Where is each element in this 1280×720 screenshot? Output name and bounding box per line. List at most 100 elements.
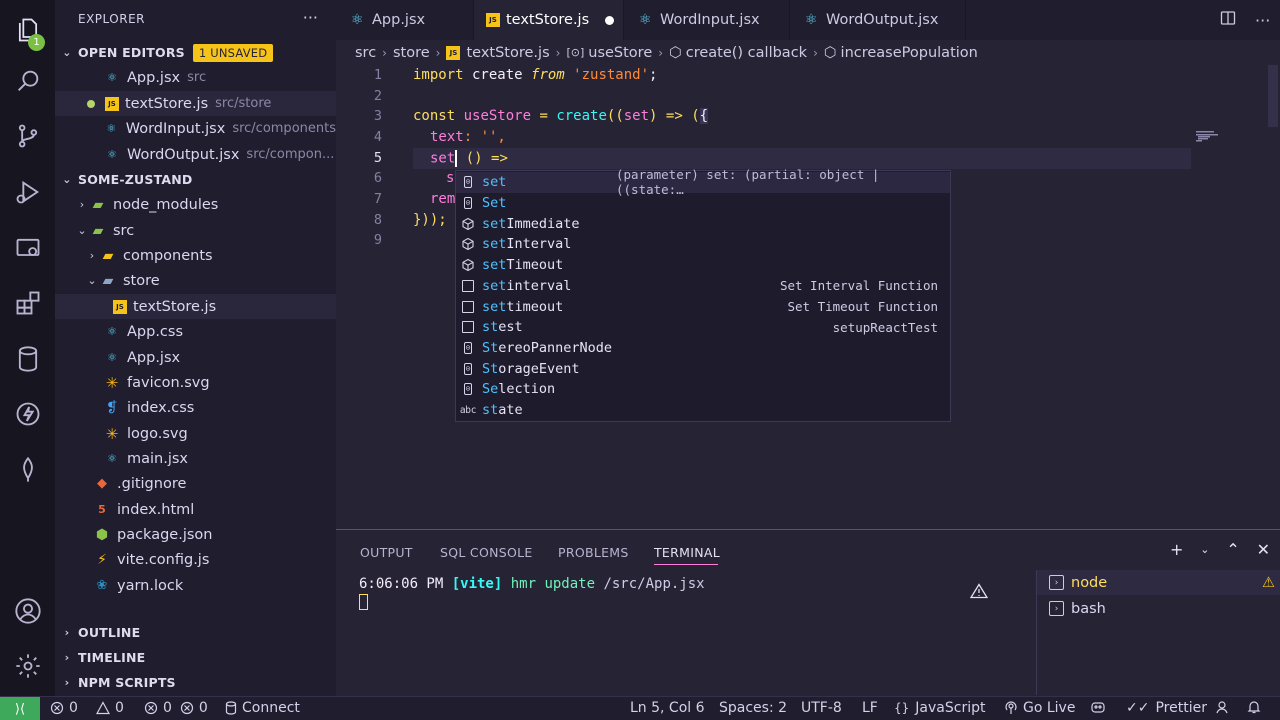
breadcrumb-item[interactable]: store	[393, 45, 430, 61]
js-file-icon: JS	[486, 13, 500, 27]
tree-folder[interactable]: ⌄ ▰ src	[55, 218, 336, 243]
run-debug-icon[interactable]	[0, 168, 55, 216]
variable-icon: ⊙	[463, 383, 473, 396]
add-terminal-icon[interactable]: +	[1170, 540, 1183, 559]
accounts-icon[interactable]	[1215, 700, 1234, 714]
tree-folder[interactable]: ⌄ ▰ store	[55, 268, 336, 293]
code-line-7: rem	[430, 191, 456, 207]
database-icon[interactable]	[0, 335, 55, 383]
open-editor-item[interactable]: ⚛ WordInput.jsx src/components	[55, 116, 336, 141]
open-editor-item[interactable]: ⚛ WordOutput.jsx src/compon...	[55, 142, 336, 167]
extensions-icon[interactable]	[0, 279, 55, 327]
tab-output[interactable]: OUTPUT	[360, 545, 413, 560]
go-live-button[interactable]: Go Live	[1004, 700, 1075, 716]
tree-file[interactable]: ⚛ App.jsx	[55, 345, 336, 370]
breadcrumb-item[interactable]: create() callback	[686, 45, 807, 61]
unsaved-dot-icon[interactable]	[605, 15, 615, 25]
tree-file[interactable]: ❡ index.css	[55, 395, 336, 420]
suggestion-item[interactable]: ⊙ Set	[456, 193, 950, 214]
search-icon[interactable]	[0, 57, 55, 105]
copilot-icon[interactable]	[1090, 700, 1111, 714]
tree-file[interactable]: ⚡ vite.config.js	[55, 547, 336, 572]
suggestion-item[interactable]: stest setupReactTest	[456, 317, 950, 338]
tree-file-active[interactable]: JS textStore.js	[55, 294, 336, 319]
remote-explorer-icon[interactable]	[0, 224, 55, 272]
suggestion-item[interactable]: ⊙ Selection	[456, 379, 950, 400]
mongodb-leaf-icon[interactable]	[0, 446, 55, 494]
suggestion-item[interactable]: setImmediate	[456, 213, 950, 234]
suggestion-item[interactable]: settimeout Set Timeout Function	[456, 296, 950, 317]
suggestion-item[interactable]: ⊙ StereoPannerNode	[456, 338, 950, 359]
chevron-down-icon: ⌄	[87, 274, 97, 287]
tree-file[interactable]: ◆ .gitignore	[55, 471, 336, 496]
errors-indicator[interactable]: 0	[50, 700, 78, 716]
warnings-indicator[interactable]: 0	[96, 700, 124, 716]
editor-scrollbar[interactable]	[1268, 65, 1278, 127]
maximize-panel-icon[interactable]: ⌃	[1226, 540, 1239, 559]
more-actions-icon[interactable]: ···	[303, 8, 318, 27]
suggest-widget[interactable]: ⊙ set (parameter) set: (partial: object | …	[455, 167, 951, 422]
close-icon[interactable]: ✕	[1257, 540, 1270, 559]
remote-indicator-icon[interactable]: ⟩⟨	[0, 697, 40, 720]
source-control-icon[interactable]	[0, 112, 55, 160]
more-actions-icon[interactable]: ···	[1255, 11, 1270, 30]
timeline-section[interactable]: › TIMELINE	[55, 645, 336, 670]
react-icon: ⚛	[107, 351, 117, 364]
tab-app-jsx[interactable]: ⚛ App.jsx	[336, 0, 474, 40]
tab-wordinput-jsx[interactable]: ⚛ WordInput.jsx	[624, 0, 790, 40]
encoding[interactable]: UTF-8	[801, 700, 842, 716]
thunder-client-icon[interactable]	[0, 390, 55, 438]
indentation[interactable]: Spaces: 2	[719, 700, 787, 716]
folder-name: components	[123, 247, 213, 264]
breadcrumb-item[interactable]: useStore	[588, 45, 652, 61]
chevron-down-icon[interactable]: ⌄	[1200, 543, 1209, 559]
suggestion-item[interactable]: abc state	[456, 400, 950, 421]
breadcrumb-item[interactable]: src	[355, 45, 376, 61]
suggestion-item[interactable]: setinterval Set Interval Function	[456, 276, 950, 297]
tree-file[interactable]: ⬢ package.json	[55, 522, 336, 547]
language-mode[interactable]: {} JavaScript	[894, 700, 985, 716]
minimap[interactable]	[1196, 131, 1266, 142]
folder-node-icon: ▰	[92, 196, 104, 213]
explorer-icon[interactable]: 1	[0, 6, 55, 54]
open-editor-item[interactable]: ⚛ App.jsx src	[55, 65, 336, 90]
suggestion-item[interactable]: setInterval	[456, 234, 950, 255]
terminal-item-bash[interactable]: › bash	[1037, 596, 1280, 621]
tree-file[interactable]: ❀ yarn.lock	[55, 573, 336, 598]
outline-section[interactable]: › OUTLINE	[55, 620, 336, 645]
info-indicator[interactable]: 0 0	[144, 700, 208, 716]
prettier-button[interactable]: ✓✓ Prettier	[1126, 700, 1207, 716]
notifications-bell-icon[interactable]	[1247, 700, 1266, 714]
tree-file[interactable]: ✳ favicon.svg	[55, 370, 336, 395]
tab-terminal[interactable]: TERMINAL	[654, 545, 720, 560]
open-editor-item-active[interactable]: JS textStore.js src/store	[55, 91, 336, 116]
end-of-line[interactable]: LF	[862, 700, 878, 716]
tree-folder[interactable]: › ▰ node_modules	[55, 192, 336, 217]
suggestion-item[interactable]: ⊙ set (parameter) set: (partial: object | …	[456, 167, 950, 197]
split-editor-icon[interactable]	[1220, 10, 1236, 30]
npm-scripts-section[interactable]: › NPM SCRIPTS	[55, 670, 336, 695]
tree-folder[interactable]: › ▰ components	[55, 243, 336, 268]
tab-wordoutput-jsx[interactable]: ⚛ WordOutput.jsx	[790, 0, 966, 40]
project-header[interactable]: ⌄ SOME-ZUSTAND	[55, 167, 336, 192]
tree-file[interactable]: 5 index.html	[55, 497, 336, 522]
react-icon: ⚛	[638, 12, 652, 28]
tree-file[interactable]: ✳ logo.svg	[55, 421, 336, 446]
cursor-position[interactable]: Ln 5, Col 6	[630, 700, 705, 716]
account-icon[interactable]	[0, 587, 55, 635]
tree-file[interactable]: ⚛ App.css	[55, 319, 336, 344]
breadcrumb-item[interactable]: textStore.js	[466, 45, 549, 61]
open-editors-header[interactable]: ⌄ OPEN EDITORS 1 UNSAVED	[55, 40, 336, 65]
terminal-item-node[interactable]: › node ⚠	[1037, 570, 1280, 595]
suggestion-item[interactable]: setTimeout	[456, 255, 950, 276]
tab-textstore-js[interactable]: JS textStore.js	[474, 0, 624, 40]
terminal-cursor	[359, 594, 368, 610]
tab-problems[interactable]: PROBLEMS	[558, 545, 629, 560]
tab-sql-console[interactable]: SQL CONSOLE	[440, 545, 533, 560]
breadcrumb-item[interactable]: increasePopulation	[841, 45, 978, 61]
settings-gear-icon[interactable]	[0, 642, 55, 690]
warning-icon[interactable]	[969, 583, 989, 603]
tree-file[interactable]: ⚛ main.jsx	[55, 446, 336, 471]
suggestion-item[interactable]: ⊙ StorageEvent	[456, 358, 950, 379]
connect-button[interactable]: Connect	[225, 700, 300, 716]
